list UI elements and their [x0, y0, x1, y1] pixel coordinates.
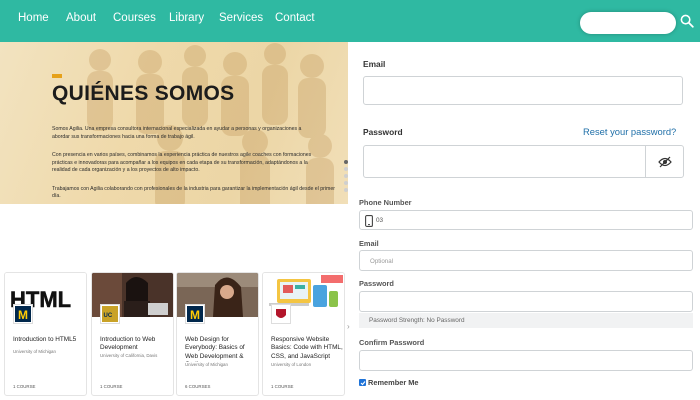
confirm-password-label: Confirm Password — [359, 338, 425, 347]
course-card[interactable]: HTML M Introduction to HTML5 University … — [4, 272, 87, 396]
course-count: 1 COURSE — [100, 384, 123, 389]
search-icon[interactable] — [680, 14, 694, 28]
chevron-right-icon[interactable]: › — [347, 322, 350, 331]
hero-banner: QUIÉNES SOMOS Somos Agilia. Una empresa … — [0, 42, 348, 204]
course-count: 1 COURSE — [13, 384, 36, 389]
carousel-dot[interactable] — [344, 160, 348, 164]
register-email-field[interactable]: Optional — [359, 250, 693, 271]
carousel-dot[interactable] — [344, 174, 348, 178]
team-photo-background — [87, 43, 334, 204]
svg-text:M: M — [190, 308, 200, 322]
nav-about[interactable]: About — [66, 12, 96, 24]
course-title[interactable]: Introduction to HTML5 — [13, 336, 85, 344]
course-university: University of California, Davis — [100, 353, 158, 358]
course-university: University of Michigan — [13, 349, 56, 354]
course-card[interactable]: M Web Design for Everybody: Basics of We… — [176, 272, 259, 396]
phone-value: 03 — [376, 217, 384, 224]
course-university: University of London — [271, 362, 312, 367]
password-label: Password — [363, 127, 403, 137]
phone-field[interactable]: 03 — [359, 210, 693, 230]
svg-text:M: M — [18, 308, 28, 322]
michigan-logo: M — [185, 304, 205, 324]
hero-paragraph: Somos Agilia. Una empresa consultora int… — [52, 126, 302, 140]
phone-label: Phone Number — [359, 198, 412, 207]
carousel-dot[interactable] — [344, 181, 348, 185]
top-nav-bar: Home About Courses Library Services Cont… — [0, 0, 700, 42]
remember-me-checkbox[interactable] — [359, 379, 366, 386]
password-strength-text: Password Strength: No Password — [369, 317, 465, 324]
hero-title: QUIÉNES SOMOS — [52, 82, 235, 105]
remember-me-label[interactable]: Remember Me — [368, 378, 419, 387]
email-field[interactable] — [363, 76, 683, 105]
hero-paragraph: Trabajamos con Agilia colaborando con pr… — [52, 186, 335, 199]
email-placeholder: Optional — [370, 258, 394, 265]
svg-text:UC: UC — [104, 313, 113, 319]
nav-courses[interactable]: Courses — [113, 12, 156, 24]
nav-library[interactable]: Library — [169, 12, 204, 24]
hero-paragraph: Con presencia en varios países, combinam… — [52, 152, 312, 174]
course-count: 6 COURSES — [185, 384, 211, 389]
checkmark-icon — [360, 380, 365, 385]
register-password-label: Password — [359, 279, 394, 288]
register-email-label: Email — [359, 239, 379, 248]
toggle-password-button[interactable] — [645, 145, 684, 178]
nav-contact[interactable]: Contact — [275, 12, 315, 24]
reset-password-link[interactable]: Reset your password? — [583, 126, 676, 137]
uc-davis-logo: UC — [100, 304, 120, 324]
course-card[interactable]: UC Introduction to Web Development Unive… — [91, 272, 174, 396]
michigan-logo: M — [13, 304, 33, 324]
carousel-dot[interactable] — [344, 167, 348, 171]
email-label: Email — [363, 59, 386, 69]
carousel-dot[interactable] — [344, 188, 348, 192]
nav-services[interactable]: Services — [219, 12, 263, 24]
course-title[interactable]: Responsive Website Basics: Code with HTM… — [271, 336, 343, 362]
course-title[interactable]: Web Design for Everybody: Basics of Web … — [185, 336, 257, 362]
hero-accent-bar — [52, 74, 62, 78]
carousel-dots — [344, 160, 350, 195]
password-field[interactable] — [363, 145, 646, 178]
eye-slash-icon — [657, 156, 672, 167]
search-input[interactable] — [580, 12, 676, 34]
register-password-field[interactable] — [359, 291, 693, 312]
london-logo — [271, 304, 291, 324]
course-card[interactable]: Responsive Website Basics: Code with HTM… — [262, 272, 345, 396]
confirm-password-field[interactable] — [359, 350, 693, 371]
course-university: University of Michigan — [185, 362, 228, 367]
nav-home[interactable]: Home — [18, 12, 49, 24]
phone-icon — [365, 215, 373, 227]
course-title[interactable]: Introduction to Web Development — [100, 336, 172, 353]
password-strength-bar: Password Strength: No Password — [359, 313, 693, 328]
course-count: 1 COURSE — [271, 384, 294, 389]
